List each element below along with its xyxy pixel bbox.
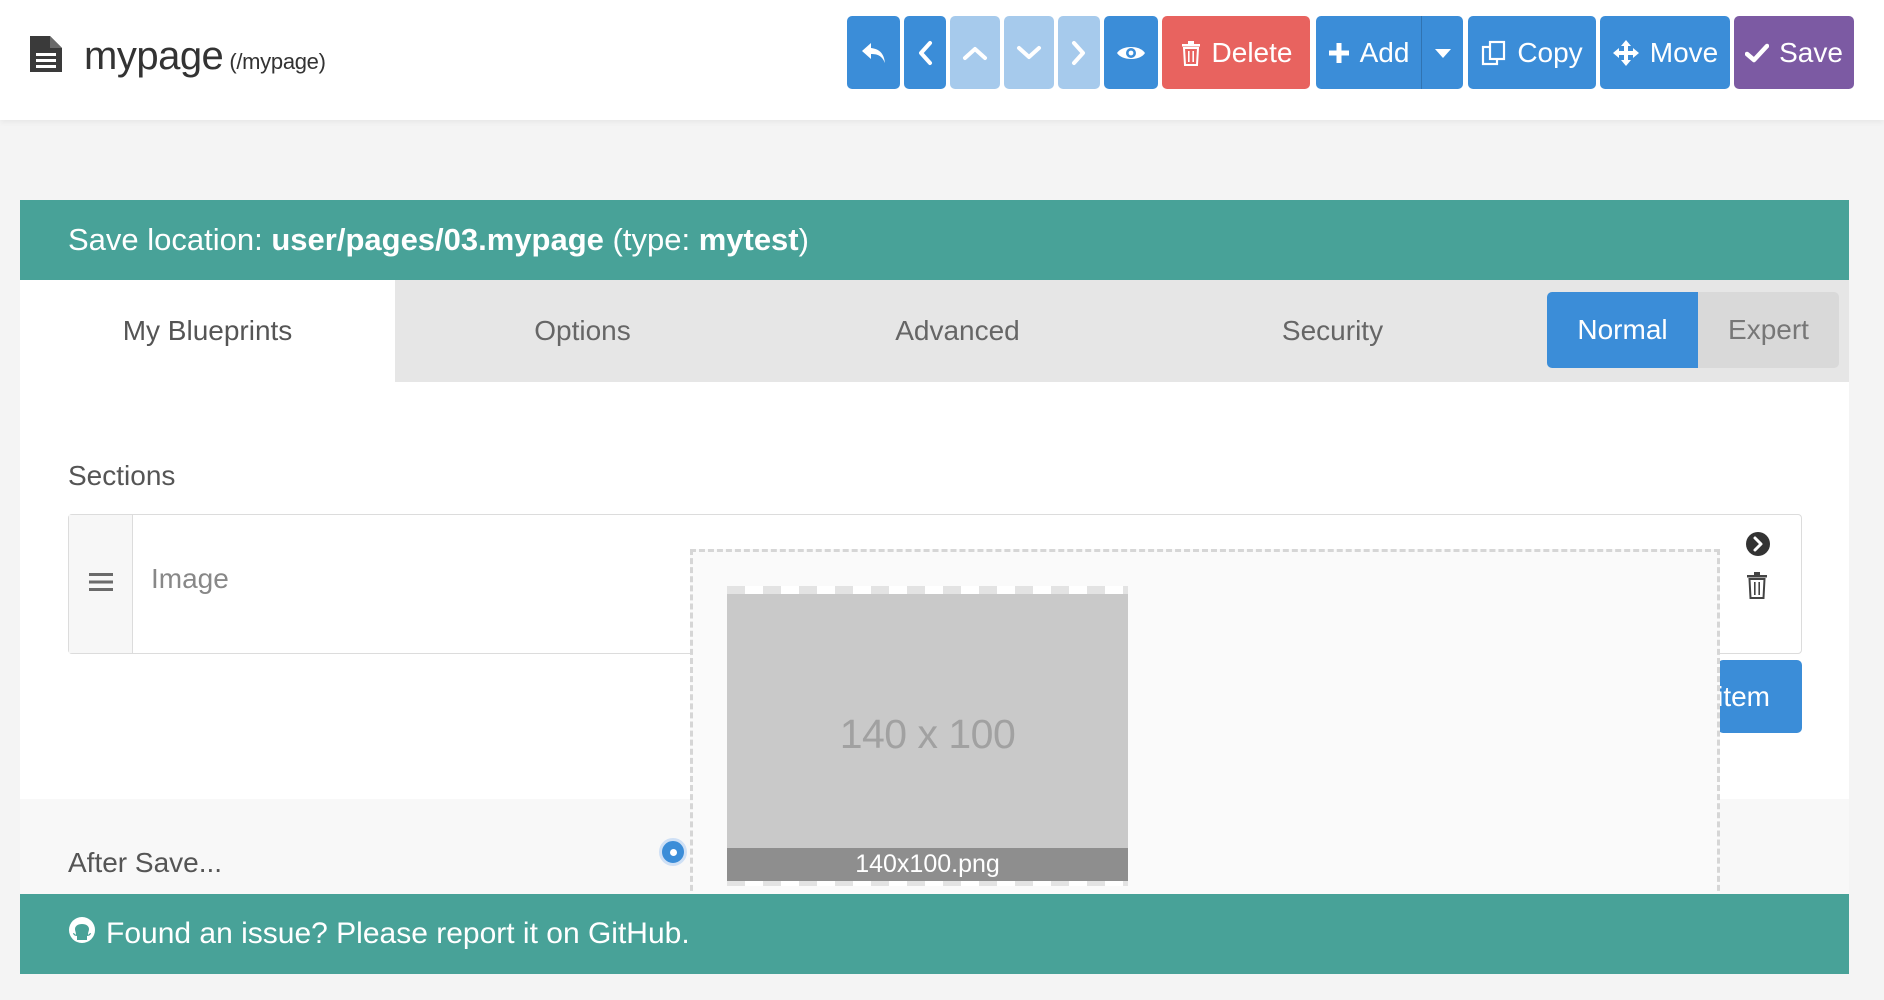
- toolbar: Delete Add Copy Move Save: [0, 0, 1884, 120]
- back-button[interactable]: [847, 16, 900, 89]
- tab-advanced[interactable]: Advanced: [770, 280, 1145, 382]
- copy-button-label: Copy: [1517, 36, 1583, 68]
- tab-security[interactable]: Security: [1145, 280, 1520, 382]
- next-page-button[interactable]: [1058, 16, 1100, 89]
- delete-button-label: Delete: [1211, 36, 1293, 68]
- tab-options[interactable]: Options: [395, 280, 770, 382]
- preview-filename: 140x100.png: [727, 848, 1128, 881]
- chevron-down-icon: [1016, 44, 1042, 62]
- collapse-toggle-icon[interactable]: [1745, 531, 1773, 557]
- mode-expert-button[interactable]: Expert: [1698, 292, 1839, 368]
- chevron-up-icon: [962, 44, 988, 62]
- page-root: mypage (/mypage) Delete Add Copy Move Sa…: [0, 0, 1884, 1000]
- eye-icon: [1116, 43, 1146, 63]
- preview-button[interactable]: [1104, 16, 1158, 89]
- hamburger-icon: [88, 571, 114, 598]
- save-location-type-suffix: ): [798, 222, 809, 257]
- add-dropdown-toggle[interactable]: [1421, 16, 1463, 89]
- trash-icon: [1180, 40, 1202, 66]
- drag-handle[interactable]: [69, 515, 133, 653]
- save-location-banner: Save location: user/pages/03.mypage (typ…: [20, 200, 1849, 280]
- list-item-label: Image: [151, 563, 229, 594]
- after-save-radio[interactable]: [659, 838, 687, 866]
- add-button[interactable]: Add: [1316, 16, 1421, 89]
- save-location-type-prefix: (type:: [603, 222, 699, 257]
- chevron-left-icon: [916, 40, 934, 66]
- save-location-type: mytest: [698, 222, 799, 257]
- move-button[interactable]: Move: [1600, 16, 1730, 89]
- add-item-button-label: Add item: [1718, 680, 1770, 712]
- copy-icon: [1481, 40, 1507, 66]
- move-button-label: Move: [1649, 36, 1719, 68]
- reply-icon: [860, 40, 888, 66]
- preview-dimensions: 140 x 100: [839, 711, 1016, 757]
- preview-top-border: [727, 586, 1128, 594]
- after-save-label: After Save...: [68, 847, 223, 878]
- footer-banner[interactable]: Found an issue? Please report it on GitH…: [20, 894, 1849, 974]
- preview-bottom-border: [727, 881, 1128, 886]
- add-button-label: Add: [1359, 36, 1410, 68]
- delete-button[interactable]: Delete: [1162, 16, 1310, 89]
- plus-icon: [1328, 42, 1350, 64]
- save-location-path: user/pages/03.mypage: [271, 222, 604, 257]
- sections-label: Sections: [68, 460, 176, 491]
- tab-my-blueprints[interactable]: My Blueprints: [20, 280, 395, 382]
- move-down-button[interactable]: [1004, 16, 1054, 89]
- image-preview: 140 x 100 140x100.png: [727, 586, 1128, 886]
- chevron-right-icon: [1070, 40, 1088, 66]
- save-button-label: Save: [1779, 36, 1843, 68]
- mode-normal-button[interactable]: Normal: [1547, 292, 1698, 368]
- page-bottom-margin: [0, 974, 1884, 1000]
- move-up-button[interactable]: [950, 16, 1000, 89]
- footer-text: Found an issue? Please report it on GitH…: [106, 917, 690, 950]
- github-icon: [68, 916, 96, 952]
- top-bar: mypage (/mypage) Delete Add Copy Move Sa…: [0, 0, 1884, 120]
- checkmark-icon: [1745, 43, 1770, 63]
- save-location-prefix: Save location:: [68, 222, 272, 257]
- previous-page-button[interactable]: [904, 16, 946, 89]
- save-button[interactable]: Save: [1734, 16, 1854, 89]
- list-item-actions: [1745, 531, 1773, 613]
- add-item-button[interactable]: Add item: [1718, 660, 1802, 733]
- mode-switch: Normal Expert: [1547, 292, 1839, 368]
- copy-button[interactable]: Copy: [1468, 16, 1596, 89]
- caret-down-icon: [1434, 47, 1452, 59]
- arrows-move-icon: [1612, 39, 1640, 67]
- delete-item-icon[interactable]: [1745, 571, 1773, 599]
